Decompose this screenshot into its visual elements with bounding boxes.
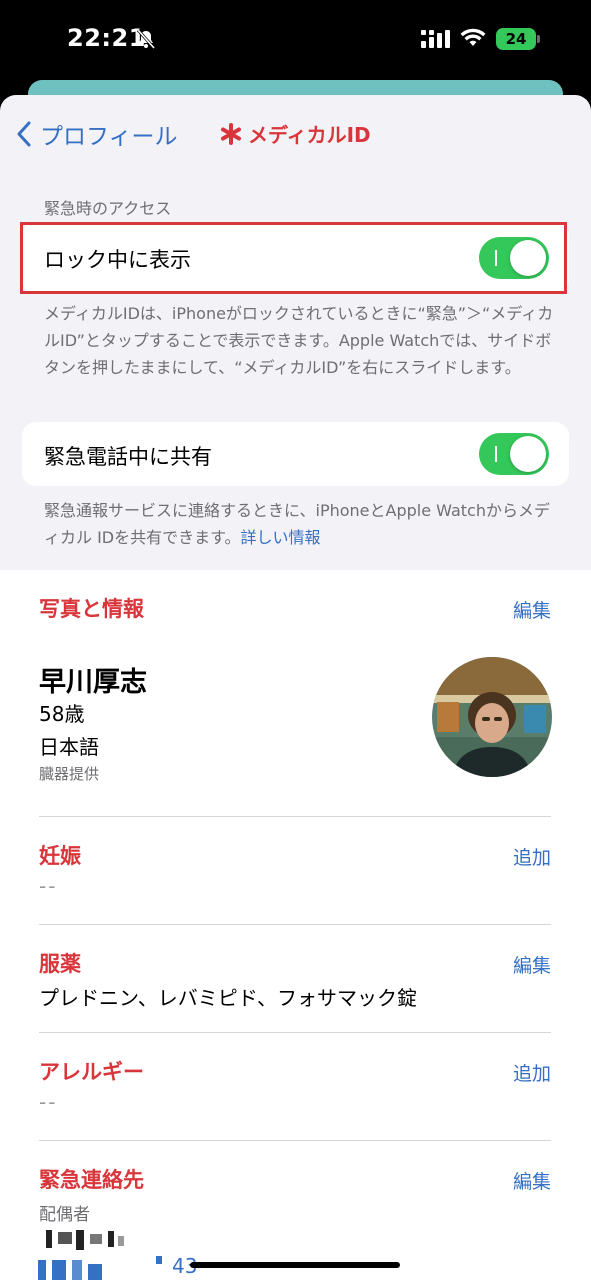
pregnancy-value: --	[39, 874, 58, 898]
battery-icon: 24	[496, 28, 536, 50]
photo-info-title: 写真と情報	[39, 597, 144, 621]
person-age: 58歳	[39, 702, 85, 726]
medical-asterisk-icon	[221, 122, 241, 145]
avatar	[432, 657, 552, 777]
medical-id-sheet: プロフィール メディカルID 緊急時のアクセス ロック中に表示 メディカルIDは…	[0, 95, 591, 1280]
cellular-signal-icon	[421, 30, 451, 52]
organ-donor-label: 臓器提供	[39, 765, 100, 783]
photo-info-edit-button[interactable]: 編集	[513, 596, 551, 623]
toggle-on-mark	[495, 446, 497, 462]
person-language: 日本語	[39, 735, 99, 759]
person-name: 早川厚志	[39, 667, 147, 698]
allergies-value: --	[39, 1090, 58, 1114]
home-indicator[interactable]	[190, 1262, 400, 1268]
allergies-title: アレルギー	[39, 1060, 144, 1084]
status-time: 22:21	[67, 24, 146, 52]
allergies-add-button[interactable]: 追加	[513, 1059, 551, 1086]
page-title: メディカルID	[220, 119, 371, 148]
emergency-contacts-edit-button[interactable]: 編集	[513, 1167, 551, 1194]
page-title-text: メディカルID	[248, 123, 371, 147]
wifi-icon	[460, 28, 486, 52]
share-during-call-toggle[interactable]	[479, 433, 549, 475]
divider	[39, 924, 551, 925]
medications-title: 服薬	[39, 952, 81, 976]
chevron-left-icon	[17, 121, 31, 147]
highlight-box	[20, 222, 567, 294]
share-during-call-label: 緊急電話中に共有	[44, 445, 212, 469]
show-when-locked-footer: メディカルIDは、iPhoneがロックされているときに“緊急”＞“メディカルID…	[44, 304, 554, 377]
section-header-emergency-access: 緊急時のアクセス	[44, 199, 172, 218]
pregnancy-add-button[interactable]: 追加	[513, 843, 551, 870]
share-footer: 緊急通報サービスに連絡するときに、iPhoneとApple Watchからメディ…	[44, 497, 554, 551]
toggle-knob	[510, 436, 546, 472]
medical-info-section: 写真と情報 編集 早川厚志 58歳 日本語 臓器提供 妊娠 追加 -- 服薬 編…	[0, 570, 591, 1280]
battery-nub	[537, 35, 540, 43]
back-label: プロフィール	[40, 124, 178, 150]
navigation-bar: プロフィール メディカルID	[0, 95, 591, 171]
medications-value: プレドニン、レバミピド、フォサマック錠	[39, 986, 417, 1010]
pregnancy-title: 妊娠	[39, 844, 81, 868]
learn-more-link[interactable]: 詳しい情報	[241, 528, 321, 547]
contact-relation: 配偶者	[39, 1205, 90, 1225]
divider	[39, 1140, 551, 1141]
status-bar: 22:21 24	[0, 0, 591, 80]
divider	[39, 816, 551, 817]
emergency-contacts-title: 緊急連絡先	[39, 1168, 144, 1192]
back-button[interactable]: プロフィール	[16, 117, 178, 151]
bell-slash-icon	[136, 29, 156, 53]
divider	[39, 1032, 551, 1033]
medications-edit-button[interactable]: 編集	[513, 951, 551, 978]
share-during-call-row: 緊急電話中に共有	[22, 422, 569, 486]
